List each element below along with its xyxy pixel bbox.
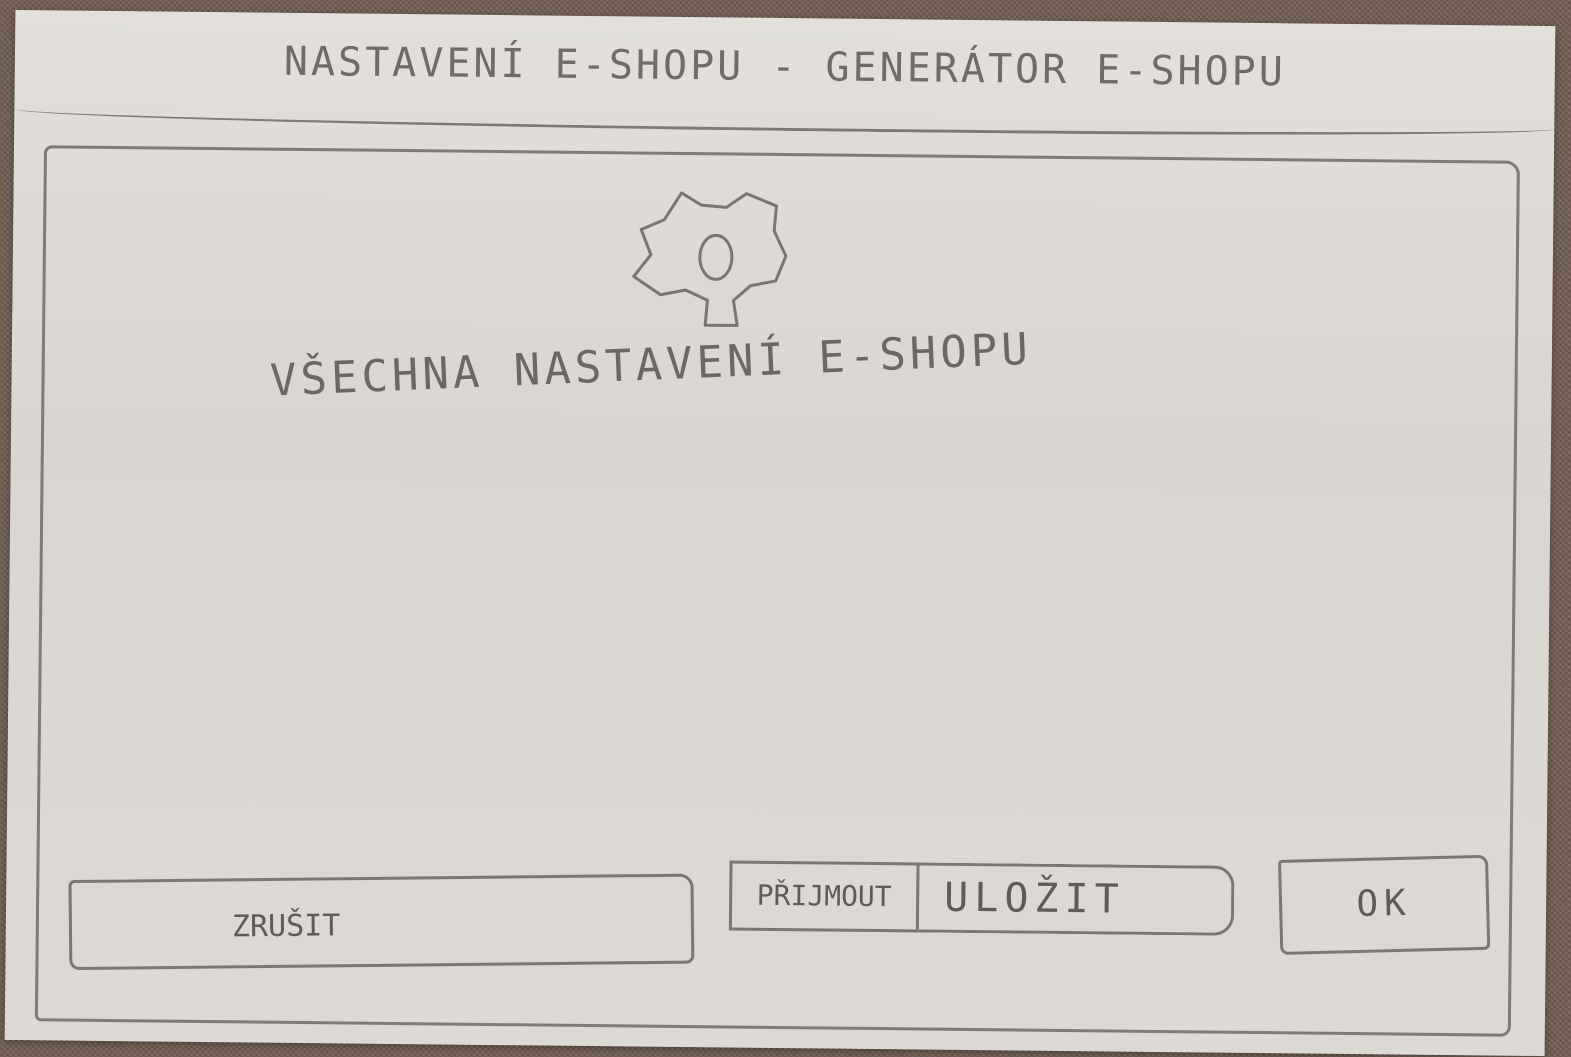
gear-icon — [632, 191, 788, 328]
cancel-button[interactable]: ZRUŠIT — [68, 873, 695, 971]
settings-panel: VŠECHNA NASTAVENÍ E-SHOPU ZRUŠIT PŘIJMOU… — [34, 145, 1520, 1037]
window-title: NASTAVENÍ E-SHOPU - GENERÁTOR E-SHOPU — [283, 38, 1287, 96]
apply-button[interactable]: PŘIJMOUT — [728, 860, 920, 933]
title-bar: NASTAVENÍ E-SHOPU - GENERÁTOR E-SHOPU — [14, 9, 1556, 140]
settings-dialog: NASTAVENÍ E-SHOPU - GENERÁTOR E-SHOPU VŠ… — [4, 9, 1556, 1057]
save-button[interactable]: ULOŽIT — [918, 862, 1235, 936]
settings-heading: VŠECHNA NASTAVENÍ E-SHOPU — [269, 323, 1033, 407]
ok-button[interactable]: OK — [1278, 854, 1491, 955]
